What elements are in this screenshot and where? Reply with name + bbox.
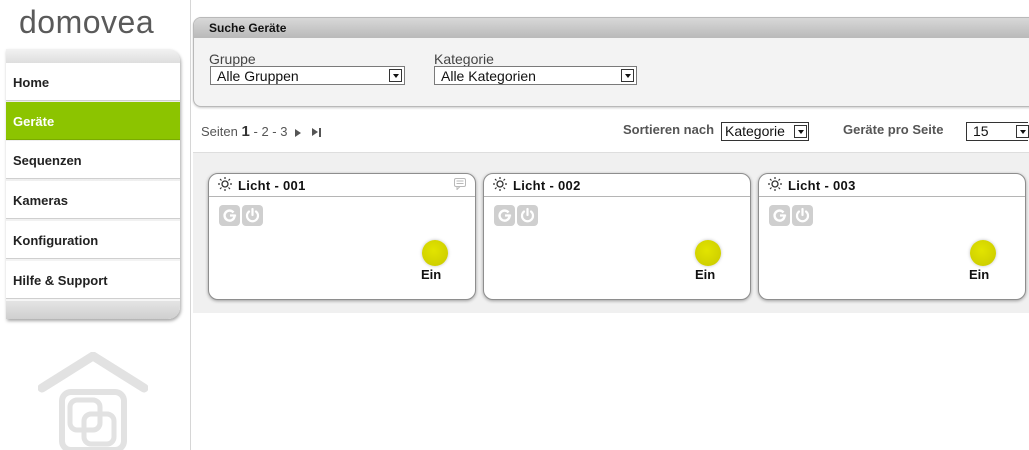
refresh-button[interactable] xyxy=(219,205,240,226)
group-select[interactable]: Alle Gruppen xyxy=(210,66,405,85)
devices-area: Licht - 001 Ein Licht - 002 Ein Licht - … xyxy=(193,152,1029,313)
refresh-icon xyxy=(773,209,787,222)
category-label: Kategorie xyxy=(434,51,494,67)
chevron-down-icon[interactable] xyxy=(621,69,634,82)
sort-select-value: Kategorie xyxy=(725,123,785,139)
chevron-down-icon[interactable] xyxy=(389,69,402,82)
power-icon xyxy=(795,207,810,223)
next-page-icon[interactable] xyxy=(294,128,301,137)
pager: Seiten 1 - 2 - 3 xyxy=(201,123,321,140)
lamp-status-indicator[interactable] xyxy=(970,240,996,266)
power-button[interactable] xyxy=(242,205,263,226)
light-bulb-icon xyxy=(218,177,232,191)
lamp-status-indicator[interactable] xyxy=(695,240,721,266)
per-page-label: Geräte pro Seite xyxy=(843,122,944,137)
sidebar-bottom-cap xyxy=(6,301,180,319)
sort-label: Sortieren nach xyxy=(623,122,715,137)
pager-separator: - xyxy=(253,124,258,139)
device-card: Licht - 002 Ein xyxy=(483,173,751,300)
pager-label: Seiten xyxy=(201,124,238,139)
device-card: Licht - 001 Ein xyxy=(208,173,476,300)
device-name: Licht - 003 xyxy=(788,178,856,193)
comment-icon[interactable] xyxy=(454,178,466,190)
pager-page-2[interactable]: 2 xyxy=(261,124,268,139)
sidebar: Home Geräte Sequenzen Kameras Konfigurat… xyxy=(6,49,180,319)
category-select[interactable]: Alle Kategorien xyxy=(434,66,637,85)
sidebar-item-home[interactable]: Home xyxy=(6,63,180,101)
lamp-status-indicator[interactable] xyxy=(422,240,448,266)
device-state: Ein xyxy=(695,267,716,282)
brand-logo: domovea xyxy=(19,4,155,40)
refresh-icon xyxy=(498,209,512,222)
power-button[interactable] xyxy=(792,205,813,226)
search-panel-title: Suche Geräte xyxy=(194,18,1029,38)
sidebar-item-sequenzen[interactable]: Sequenzen xyxy=(6,141,180,179)
device-state: Ein xyxy=(421,267,442,282)
group-select-value: Alle Gruppen xyxy=(217,68,299,84)
device-state: Ein xyxy=(969,267,990,282)
power-button[interactable] xyxy=(517,205,538,226)
device-card-header: Licht - 001 xyxy=(209,174,475,197)
category-select-value: Alle Kategorien xyxy=(441,68,536,84)
power-icon xyxy=(520,207,535,223)
last-page-icon[interactable] xyxy=(311,128,321,138)
sidebar-item-geraete[interactable]: Geräte xyxy=(6,102,180,140)
pager-page-3[interactable]: 3 xyxy=(280,124,287,139)
power-icon xyxy=(245,207,260,223)
main-content: Suche Geräte Gruppe Alle Gruppen Kategor… xyxy=(190,0,1029,450)
light-bulb-icon xyxy=(493,177,507,191)
refresh-button[interactable] xyxy=(494,205,515,226)
sidebar-item-hilfe-support[interactable]: Hilfe & Support xyxy=(6,261,180,299)
chevron-down-icon[interactable] xyxy=(1016,125,1029,138)
per-page-select[interactable]: 15 xyxy=(966,122,1029,141)
chevron-down-icon[interactable] xyxy=(794,125,807,138)
per-page-select-value: 15 xyxy=(973,123,989,139)
sort-select[interactable]: Kategorie xyxy=(721,122,809,141)
sidebar-item-kameras[interactable]: Kameras xyxy=(6,181,180,219)
pager-current-page: 1 xyxy=(241,123,250,140)
refresh-icon xyxy=(223,209,237,222)
device-card: Licht - 003 Ein xyxy=(758,173,1026,300)
search-panel: Suche Geräte Gruppe Alle Gruppen Kategor… xyxy=(193,17,1029,107)
device-card-header: Licht - 002 xyxy=(484,174,750,197)
device-name: Licht - 001 xyxy=(238,178,306,193)
group-label: Gruppe xyxy=(209,51,256,67)
refresh-button[interactable] xyxy=(769,205,790,226)
sidebar-item-konfiguration[interactable]: Konfiguration xyxy=(6,221,180,259)
house-logo-icon xyxy=(38,352,148,450)
light-bulb-icon xyxy=(768,177,782,191)
device-name: Licht - 002 xyxy=(513,178,581,193)
device-card-header: Licht - 003 xyxy=(759,174,1025,197)
pager-separator: - xyxy=(272,124,277,139)
sidebar-top-cap xyxy=(6,49,180,63)
